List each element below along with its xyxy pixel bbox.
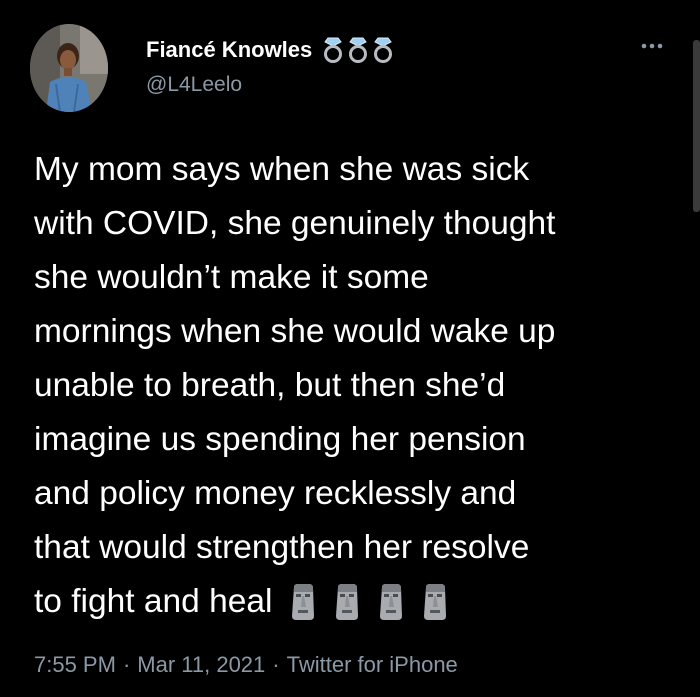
avatar[interactable] <box>30 24 108 112</box>
ring-icon <box>324 37 343 63</box>
more-icon <box>641 43 663 49</box>
author-name-row: Fiancé Knowles <box>146 33 394 67</box>
tweet-source[interactable]: Twitter for iPhone <box>287 652 458 678</box>
author-display-name[interactable]: Fiancé Knowles <box>146 37 312 63</box>
scrollbar[interactable] <box>693 40 700 212</box>
moai-icon <box>380 584 403 620</box>
tweet-meta: 7:55 PM · Mar 11, 2021 · Twitter for iPh… <box>34 652 458 678</box>
tweet-text-line: that would strengthen her resolve <box>34 529 530 566</box>
tweet-text-line: with COVID, she genuinely thought <box>34 205 556 242</box>
name-badges <box>322 36 394 64</box>
tweet-date[interactable]: Mar 11, 2021 <box>137 652 265 678</box>
moai-icon <box>292 584 315 620</box>
moai-icon <box>336 584 359 620</box>
more-options-button[interactable] <box>636 34 668 58</box>
ring-icon <box>349 37 368 63</box>
tweet-text-line: she wouldn’t make it some <box>34 259 429 296</box>
meta-separator: · <box>122 652 131 677</box>
tweet-text-line: and policy money recklessly and <box>34 475 517 512</box>
tweet-text: My mom says when she was sick with COVID… <box>34 143 674 629</box>
author-handle[interactable]: @L4Leelo <box>146 73 242 97</box>
tweet-text-line: mornings when she would wake up <box>34 313 556 350</box>
moai-emoji-group <box>288 583 450 621</box>
tweet-text-line: to fight and heal <box>34 583 273 620</box>
meta-separator: · <box>272 652 280 677</box>
moai-icon <box>424 584 447 620</box>
tweet-card: Fiancé Knowles @L4Leelo My mom says when… <box>0 0 700 697</box>
tweet-text-last-line: to fight and heal <box>34 575 674 629</box>
avatar-image <box>30 24 108 112</box>
tweet-time[interactable]: 7:55 PM <box>34 652 116 678</box>
ring-icon <box>374 37 393 63</box>
tweet-text-line: unable to breath, but then she’d <box>34 367 506 404</box>
tweet-text-line: My mom says when she was sick <box>34 151 530 188</box>
tweet-text-line: imagine us spending her pension <box>34 421 526 458</box>
